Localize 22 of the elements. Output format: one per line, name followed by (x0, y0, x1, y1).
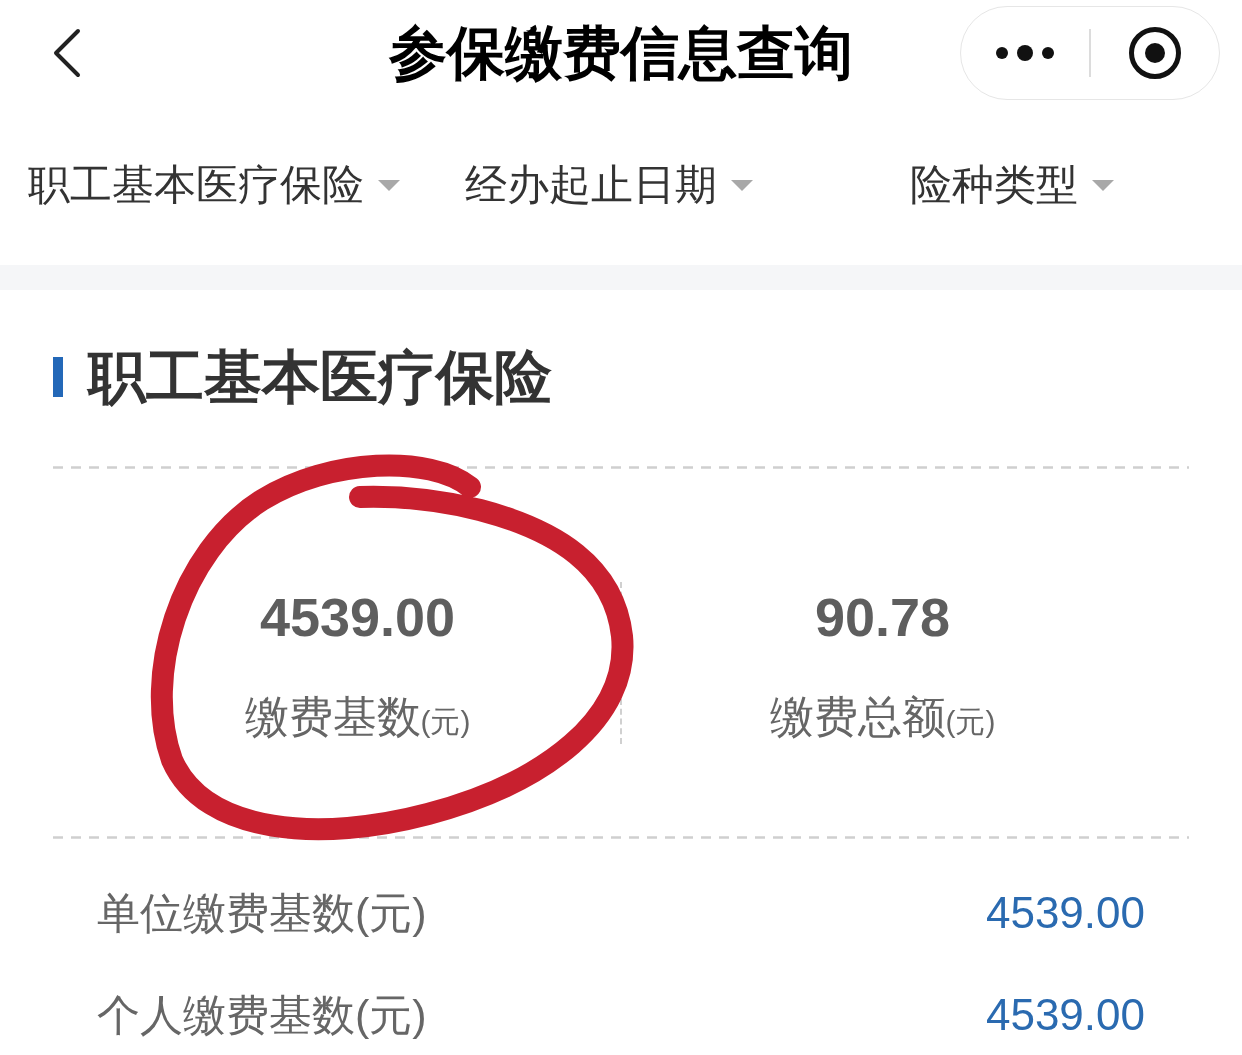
unit-label: (元) (945, 704, 996, 740)
filter-dropdown[interactable]: 职工基本医疗保险 (28, 157, 400, 213)
dropdown-caret-icon (731, 179, 753, 191)
section-accent-bar (53, 357, 63, 397)
filter-dropdown[interactable]: 险种类型 (910, 157, 1114, 213)
unit-label: (元) (420, 704, 471, 740)
row-label: 单位缴费基数(元) (97, 888, 427, 939)
target-icon (1128, 25, 1182, 80)
more-dots-icon (996, 44, 1054, 61)
stat-label: 缴费总额 (769, 692, 946, 742)
row-value: 4539.00 (985, 989, 1145, 1041)
page-title: 参保缴费信息查询 (389, 18, 853, 87)
stat-value: 90.78 (814, 587, 951, 647)
stat-label: 缴费基数 (244, 692, 421, 742)
dropdown-caret-icon (378, 179, 400, 191)
dropdown-caret-icon (1092, 179, 1114, 191)
row-value: 4539.00 (985, 887, 1145, 939)
back-chevron-icon (52, 27, 82, 78)
filter-dropdown[interactable]: 经办起止日期 (465, 157, 753, 213)
stat-value: 4539.00 (259, 587, 456, 647)
row-label: 个人缴费基数(元) (97, 990, 427, 1041)
section-title: 职工基本医疗保险 (88, 345, 552, 409)
